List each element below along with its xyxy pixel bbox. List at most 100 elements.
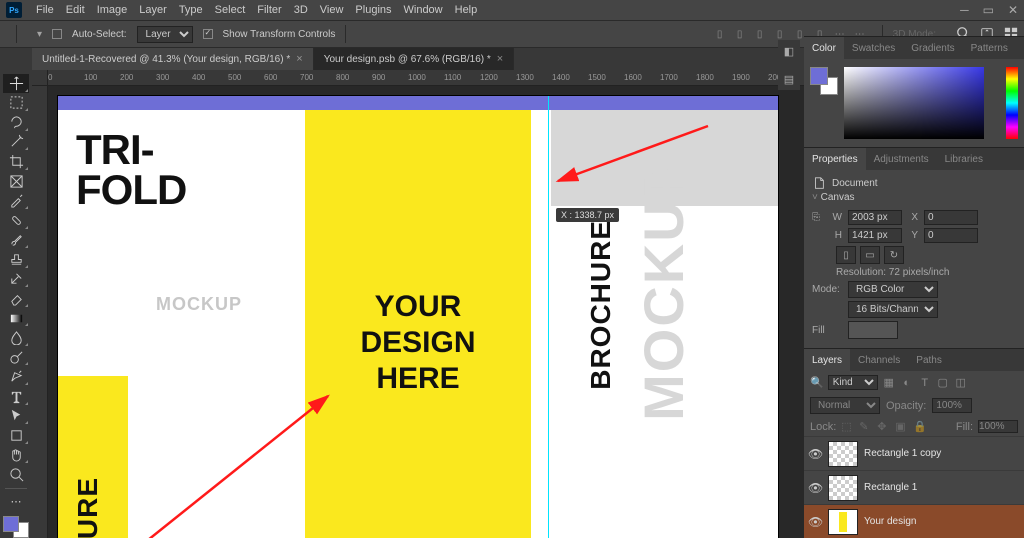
menu-select[interactable]: Select	[209, 2, 252, 18]
hand-tool[interactable]	[3, 446, 29, 465]
pen-tool[interactable]	[3, 367, 29, 386]
panel-tab-swatches[interactable]: Swatches	[844, 37, 903, 59]
ruler-vertical[interactable]	[32, 86, 48, 538]
path-select-tool[interactable]	[3, 407, 29, 426]
layer-thumbnail[interactable]	[828, 441, 858, 467]
visibility-icon[interactable]: 👁	[808, 447, 822, 461]
move-tool[interactable]	[3, 74, 29, 93]
layer-thumbnail[interactable]	[828, 475, 858, 501]
panel-tab-libraries[interactable]: Libraries	[937, 148, 991, 170]
eyedropper-tool[interactable]	[3, 191, 29, 210]
panel-tab-gradients[interactable]: Gradients	[903, 37, 962, 59]
align-center-h-icon[interactable]: ▯	[732, 26, 748, 42]
shape-tool[interactable]	[3, 426, 29, 445]
menu-image[interactable]: Image	[91, 2, 134, 18]
blur-tool[interactable]	[3, 328, 29, 347]
orient-landscape-icon[interactable]: ▭	[860, 246, 880, 264]
canvas-viewport[interactable]: TRI- FOLD MOCKUP ROCHURE YOUR DESIGN HER…	[48, 86, 804, 538]
frame-tool[interactable]	[3, 172, 29, 191]
link-dims-icon[interactable]: ⎘	[812, 212, 826, 223]
menu-type[interactable]: Type	[173, 2, 209, 18]
close-icon[interactable]: ✕	[1008, 3, 1018, 17]
lock-all-icon[interactable]: ⬚	[841, 420, 854, 433]
heal-tool[interactable]	[3, 211, 29, 230]
layer-item[interactable]: 👁Your design	[804, 504, 1024, 538]
panel-tab-layers[interactable]: Layers	[804, 349, 850, 371]
blend-mode-dropdown[interactable]: Normal	[810, 397, 880, 414]
opacity-input[interactable]	[932, 398, 972, 413]
menu-filter[interactable]: Filter	[251, 2, 287, 18]
hue-slider[interactable]	[1006, 67, 1018, 139]
tab-close-icon[interactable]: ×	[497, 53, 503, 65]
menu-view[interactable]: View	[314, 2, 350, 18]
menu-edit[interactable]: Edit	[60, 2, 91, 18]
menu-help[interactable]: Help	[449, 2, 484, 18]
height-input[interactable]	[848, 228, 902, 243]
brush-tool[interactable]	[3, 231, 29, 250]
guide-line[interactable]	[548, 96, 549, 538]
color-picker[interactable]	[804, 59, 1024, 147]
panel-tab-properties[interactable]: Properties	[804, 148, 866, 170]
fill-swatch[interactable]	[848, 321, 898, 339]
width-input[interactable]	[848, 210, 902, 225]
panel-tab-adjustments[interactable]: Adjustments	[866, 148, 937, 170]
filter-smart-icon[interactable]: ◫	[954, 376, 968, 390]
color-mode-dropdown[interactable]: RGB Color	[848, 281, 938, 298]
edit-toolbar-icon[interactable]: ⋯	[3, 493, 29, 512]
show-transform-checkbox[interactable]	[203, 29, 213, 39]
menu-layer[interactable]: Layer	[133, 2, 173, 18]
filter-pixel-icon[interactable]: ▦	[882, 376, 896, 390]
restore-icon[interactable]: ▭	[983, 3, 994, 17]
layer-item[interactable]: 👁Rectangle 1	[804, 470, 1024, 504]
align-left-icon[interactable]: ▯	[712, 26, 728, 42]
panel-tab-color[interactable]: Color	[804, 37, 844, 59]
lock-pixels-icon[interactable]: ✎	[859, 420, 872, 433]
menu-window[interactable]: Window	[398, 2, 449, 18]
panel-tab-patterns[interactable]: Patterns	[963, 37, 1016, 59]
menu-3d[interactable]: 3D	[288, 2, 314, 18]
align-right-icon[interactable]: ▯	[752, 26, 768, 42]
visibility-icon[interactable]: 👁	[808, 515, 822, 529]
history-brush-tool[interactable]	[3, 270, 29, 289]
filter-adjust-icon[interactable]: ◐	[900, 376, 914, 390]
minimize-icon[interactable]: ─	[960, 3, 969, 17]
crop-tool[interactable]	[3, 152, 29, 171]
filter-search-icon[interactable]: 🔍	[810, 376, 824, 389]
orient-portrait-icon[interactable]: ▯	[836, 246, 856, 264]
layer-filter-dropdown[interactable]: Kind	[828, 375, 878, 390]
rotate-icon[interactable]: ↻	[884, 246, 904, 264]
panel-tab-paths[interactable]: Paths	[908, 349, 950, 371]
marquee-tool[interactable]	[3, 94, 29, 113]
zoom-tool[interactable]	[3, 465, 29, 484]
menu-file[interactable]: File	[30, 2, 60, 18]
wand-tool[interactable]	[3, 133, 29, 152]
document-tab[interactable]: Untitled-1-Recovered @ 41.3% (Your desig…	[32, 48, 314, 70]
dodge-tool[interactable]	[3, 348, 29, 367]
menu-plugins[interactable]: Plugins	[349, 2, 397, 18]
layer-item[interactable]: 👁Rectangle 1 copy	[804, 436, 1024, 470]
y-input[interactable]	[924, 228, 978, 243]
auto-select-dropdown[interactable]: Layer	[137, 26, 193, 43]
auto-select-checkbox[interactable]	[52, 29, 62, 39]
filter-type-icon[interactable]: T	[918, 376, 932, 390]
gradient-tool[interactable]	[3, 309, 29, 328]
x-input[interactable]	[924, 210, 978, 225]
lock-lock-icon[interactable]: 🔒	[913, 420, 926, 433]
stamp-tool[interactable]	[3, 250, 29, 269]
fill-opacity-input[interactable]	[978, 420, 1018, 433]
type-tool[interactable]	[3, 387, 29, 406]
lasso-tool[interactable]	[3, 113, 29, 132]
tab-close-icon[interactable]: ×	[296, 53, 302, 65]
artboard[interactable]: TRI- FOLD MOCKUP ROCHURE YOUR DESIGN HER…	[58, 96, 778, 538]
ruler-origin[interactable]	[32, 70, 48, 86]
canvas-section-header[interactable]: Canvas	[812, 190, 1016, 207]
bit-depth-dropdown[interactable]: 16 Bits/Channel	[848, 301, 938, 318]
comments-panel-icon[interactable]: ▤	[778, 68, 800, 90]
filter-shape-icon[interactable]: ▢	[936, 376, 950, 390]
visibility-icon[interactable]: 👁	[808, 481, 822, 495]
ruler-horizontal[interactable]: 0100200300400500600700800900100011001200…	[48, 70, 804, 86]
panel-tab-channels[interactable]: Channels	[850, 349, 908, 371]
document-tab[interactable]: Your design.psb @ 67.6% (RGB/16) *×	[314, 48, 515, 70]
color-swatches[interactable]	[3, 516, 29, 538]
lock-artboard-icon[interactable]: ▣	[895, 420, 908, 433]
